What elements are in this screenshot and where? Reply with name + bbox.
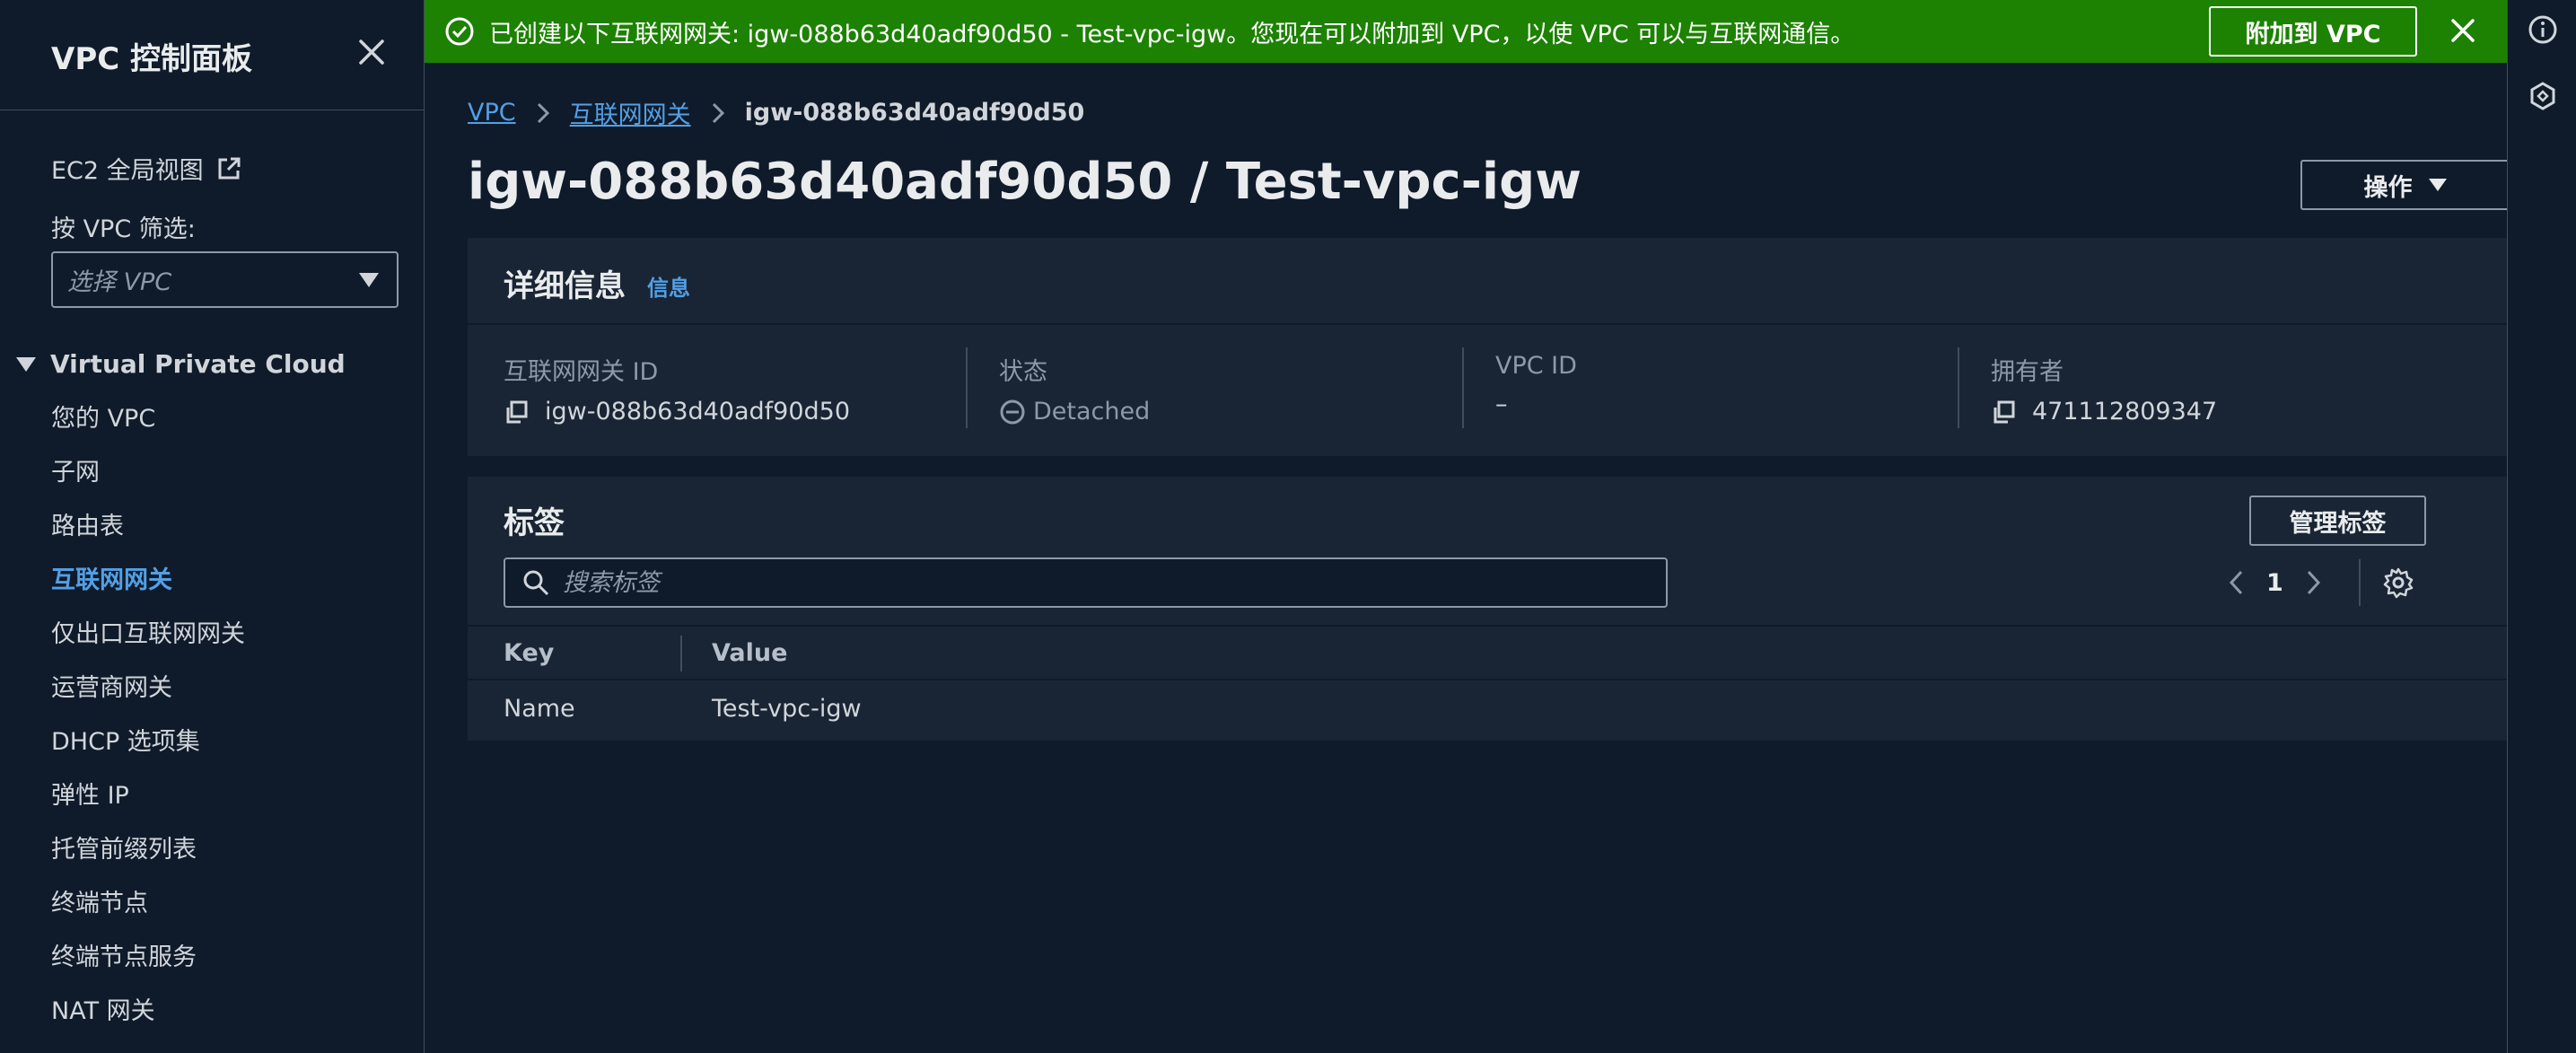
sidebar-header: VPC 控制面板 (0, 0, 424, 110)
sidebar-title: VPC 控制面板 (51, 41, 253, 77)
cell-value: Test-vpc-igw (712, 695, 862, 723)
breadcrumb-current: igw-088b63d40adf90d50 (744, 99, 1085, 127)
flash-message: 已创建以下互联网网关: igw-088b63d40adf90d50 - Test… (489, 21, 1855, 48)
divider (1958, 347, 1959, 428)
info-icon[interactable] (2528, 14, 2558, 45)
ec2-global-view-link[interactable]: EC2 全局视图 (51, 151, 241, 186)
column-resizer[interactable] (680, 636, 682, 671)
section-title: Virtual Private Cloud (50, 349, 346, 379)
actions-dropdown-button[interactable]: 操作 (2300, 160, 2510, 210)
divider (966, 347, 968, 428)
divider (2358, 559, 2361, 606)
status-stopped-icon (1000, 399, 1025, 424)
sidebar-item-nat-gateways[interactable]: NAT 网关 (51, 993, 245, 1047)
sidebar-item-internet-gateways[interactable]: 互联网网关 (51, 562, 245, 616)
vpc-filter-label: 按 VPC 筛选: (51, 215, 196, 243)
sidebar-item-egress-only-igw[interactable]: 仅出口互联网网关 (51, 616, 245, 670)
caret-down-icon (16, 356, 36, 372)
table-row: Name Test-vpc-igw (468, 682, 2510, 741)
sidebar: VPC 控制面板 EC2 全局视图 按 VPC 筛选: 选择 VPC Virtu… (0, 0, 425, 1053)
vpc-filter-select[interactable]: 选择 VPC (51, 251, 399, 308)
copy-icon[interactable] (504, 399, 529, 425)
pagination: 1 (2227, 557, 2414, 608)
attach-to-vpc-button[interactable]: 附加到 VPC (2209, 6, 2417, 57)
field-value: – (1495, 390, 1508, 418)
breadcrumb-vpc[interactable]: VPC (468, 99, 516, 127)
status-value: Detached (1033, 398, 1151, 426)
sidebar-item-dhcp-option-sets[interactable]: DHCP 选项集 (51, 724, 245, 777)
sidebar-item-endpoints[interactable]: 终端节点 (51, 885, 245, 939)
field-value: 471112809347 (2032, 398, 2218, 426)
divider (1462, 347, 1464, 428)
page-title: igw-088b63d40adf90d50 / Test-vpc-igw (468, 153, 1582, 211)
sidebar-item-elastic-ips[interactable]: 弹性 IP (51, 777, 245, 831)
search-tags-field[interactable] (504, 557, 1668, 608)
field-label: VPC ID (1495, 352, 1577, 380)
tags-title: 标签 (504, 505, 565, 541)
field-vpc-id: VPC ID – (1495, 352, 1577, 418)
tags-panel: 标签 管理标签 1 Key Value Name Test-v (468, 477, 2510, 741)
info-link[interactable]: 信息 (647, 270, 690, 302)
success-check-icon (445, 17, 474, 46)
search-tags-input[interactable] (563, 568, 1622, 597)
chevron-right-icon[interactable] (2305, 568, 2323, 597)
settings-gear-icon[interactable] (2382, 566, 2414, 599)
sidebar-item-your-vpcs[interactable]: 您的 VPC (51, 400, 245, 454)
ec2-global-view-label: EC2 全局视图 (51, 157, 204, 185)
main-content: 已创建以下互联网网关: igw-088b63d40adf90d50 - Test… (425, 0, 2510, 1053)
page-number[interactable]: 1 (2266, 569, 2283, 597)
column-key[interactable]: Key (504, 639, 554, 667)
breadcrumb: VPC 互联网网关 igw-088b63d40adf90d50 (468, 95, 1084, 130)
chevron-left-icon[interactable] (2227, 568, 2245, 597)
field-owner: 拥有者 471112809347 (1991, 352, 2217, 426)
field-value: igw-088b63d40adf90d50 (545, 398, 851, 426)
chevron-right-icon (537, 102, 549, 123)
feedback-icon[interactable] (2528, 81, 2558, 111)
sidebar-item-carrier-gateways[interactable]: 运营商网关 (51, 670, 245, 724)
section-virtual-private-cloud[interactable]: Virtual Private Cloud (16, 349, 346, 379)
vpc-filter-placeholder: 选择 VPC (67, 268, 172, 296)
breadcrumb-internet-gateways[interactable]: 互联网网关 (570, 95, 691, 130)
caret-down-icon (359, 273, 379, 287)
copy-icon[interactable] (1991, 399, 2016, 425)
external-link-icon (218, 157, 241, 179)
column-value[interactable]: Value (712, 639, 787, 667)
close-icon[interactable] (355, 36, 388, 68)
field-label: 互联网网关 ID (504, 358, 659, 386)
sidebar-item-endpoint-services[interactable]: 终端节点服务 (51, 939, 245, 993)
actions-label: 操作 (2363, 173, 2413, 202)
sidebar-item-route-tables[interactable]: 路由表 (51, 508, 245, 562)
manage-tags-button[interactable]: 管理标签 (2249, 496, 2426, 546)
tags-table-header: Key Value (468, 625, 2510, 680)
field-igw-id: 互联网网关 ID igw-088b63d40adf90d50 (504, 352, 850, 426)
close-icon[interactable] (2448, 15, 2478, 46)
field-state: 状态 Detached (999, 352, 1150, 426)
search-icon (523, 570, 549, 596)
right-tools-rail (2507, 0, 2576, 1053)
sidebar-item-managed-prefix-lists[interactable]: 托管前缀列表 (51, 831, 245, 885)
details-title: 详细信息 (504, 268, 626, 304)
success-flash-banner: 已创建以下互联网网关: igw-088b63d40adf90d50 - Test… (425, 0, 2507, 63)
cell-key: Name (504, 695, 575, 723)
details-header: 详细信息 信息 (468, 238, 2510, 325)
caret-down-icon (2428, 179, 2447, 191)
sidebar-nav-list: 您的 VPC 子网 路由表 互联网网关 仅出口互联网网关 运营商网关 DHCP … (51, 400, 245, 1047)
sidebar-item-subnets[interactable]: 子网 (51, 454, 245, 508)
field-label: 状态 (999, 358, 1047, 386)
details-panel: 详细信息 信息 互联网网关 ID igw-088b63d40adf90d50 状… (468, 238, 2510, 456)
chevron-right-icon (712, 102, 724, 123)
field-label: 拥有者 (1991, 358, 2063, 386)
